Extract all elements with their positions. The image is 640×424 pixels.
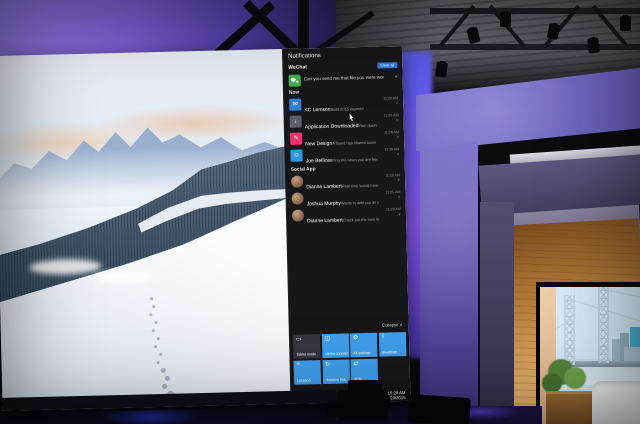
- section-social-app: Social App: [290, 167, 316, 173]
- chevron-up-icon: ∧: [399, 322, 403, 328]
- section-now: Now: [288, 90, 300, 96]
- outer-arch-pillar: [420, 140, 478, 424]
- keynote-stage-photo: Notifications WeChat Clear all Can you s…: [0, 0, 640, 424]
- stage-light: [500, 12, 511, 27]
- bridge-cable: [603, 289, 640, 300]
- notifications-title: Notifications: [288, 53, 321, 60]
- quick-action-location[interactable]: ⌖ Location: [293, 359, 322, 385]
- vpn-icon: ⇄: [353, 360, 359, 367]
- location-icon: ⌖: [296, 361, 301, 368]
- notification-subtitle: A friend has shared some designs with yo…: [332, 139, 377, 146]
- notification-subtitle: Your download is complete: [358, 122, 377, 129]
- wechat-icon: [288, 74, 301, 87]
- bridge-tower: [564, 295, 575, 365]
- chevron-down-icon[interactable]: ∨: [377, 151, 399, 157]
- bridge-tower: [598, 287, 609, 363]
- notification-title: Application Downloaded: [304, 123, 359, 130]
- wechat-message: Can you send me that file you were worki: [303, 74, 384, 82]
- collapse-button[interactable]: Collapse ∧: [382, 322, 403, 328]
- wechat-notification[interactable]: Can you send me that file you were worki…: [288, 72, 398, 87]
- wooden-planter: [546, 391, 592, 424]
- quick-action-label: Location: [296, 377, 311, 383]
- avatar: [291, 175, 304, 188]
- quick-action-label: Bluetooth: [381, 350, 398, 355]
- projection-screen: Notifications WeChat Clear all Can you s…: [0, 46, 411, 414]
- action-center-panel: Notifications WeChat Clear all Can you s…: [281, 46, 411, 394]
- wechat-group-header: WeChat Clear all: [288, 61, 398, 72]
- camera-silhouette: [348, 380, 382, 392]
- chevron-down-icon[interactable]: ∨: [376, 100, 398, 106]
- avatar: [291, 192, 304, 205]
- notification-title: New Design: [305, 140, 333, 147]
- quick-action-label: Media connect: [324, 351, 348, 357]
- social-notification-item[interactable]: Joshua MurphyWants to add you as a frien…: [291, 190, 401, 207]
- camera-rig: [407, 393, 471, 424]
- notification-subtitle: Wants to add you as a friend: [340, 199, 379, 206]
- notification-title: Joshua Murphy: [306, 200, 341, 207]
- chat-icon: ☺: [290, 149, 303, 162]
- secondary-display: [536, 282, 640, 424]
- quick-action-media-connect[interactable]: ◫ Media connect: [321, 333, 349, 359]
- chevron-down-icon[interactable]: ∨: [379, 194, 401, 200]
- media-connect-icon: ◫: [324, 335, 331, 343]
- chevron-down-icon[interactable]: ∨: [377, 134, 399, 140]
- notification-item[interactable]: ↓ Application DownloadedYour download is…: [289, 113, 399, 130]
- chevron-down-icon[interactable]: ∨: [379, 211, 401, 217]
- quick-action-bluetooth[interactable]: ᛒ Bluetooth: [378, 332, 406, 357]
- truss-beam: [430, 44, 640, 50]
- notification-subtitle: Real time social messaging is a great ad…: [341, 182, 379, 189]
- chat-bubble-icon: [290, 77, 296, 82]
- wallpaper-footprint-trail: [149, 297, 154, 301]
- notification-title: KC Lemson: [304, 106, 331, 113]
- rotation-lock-icon: ↻: [325, 361, 331, 368]
- notification-title: Dianne Lambert: [306, 183, 342, 190]
- camera-silhouette: [326, 400, 340, 418]
- avatar: [291, 209, 305, 222]
- chevron-down-icon[interactable]: ∨: [378, 177, 400, 183]
- stage-light: [620, 16, 631, 31]
- download-icon: ↓: [289, 115, 302, 128]
- gear-icon: ⚙: [352, 335, 359, 342]
- notification-title: Dianne Lambert: [307, 217, 343, 224]
- collapse-label: Collapse: [382, 322, 399, 328]
- plant: [542, 373, 562, 393]
- mail-icon: ✉: [289, 98, 302, 111]
- quick-action-empty-cell: [379, 358, 407, 383]
- design-icon: ✎: [289, 132, 303, 145]
- notification-item[interactable]: ✉ KC LemsonBuild 2015 keynote 11:26 AM ∨: [289, 96, 398, 113]
- quick-action-tablet-mode[interactable]: ▭ Tablet mode: [292, 334, 321, 359]
- close-icon[interactable]: ×: [395, 74, 398, 84]
- social-notification-item[interactable]: Dianne LambertCheck out the new items th…: [291, 207, 401, 224]
- quick-actions-grid: ▭ Tablet mode ◫ Media connect ⚙ All sett…: [292, 332, 408, 385]
- plant: [564, 367, 586, 389]
- social-notification-item[interactable]: Dianne LambertReal time social messaging…: [291, 173, 400, 190]
- chevron-down-icon[interactable]: ∨: [377, 117, 399, 123]
- quick-action-label: Rotation lock: [325, 376, 347, 382]
- inner-arch-pillar: [480, 202, 514, 424]
- wechat-app-name: WeChat: [288, 64, 307, 71]
- quick-action-all-settings[interactable]: ⚙ All settings: [349, 332, 378, 358]
- notification-title: Joe Belfiore: [305, 157, 333, 164]
- clear-all-button[interactable]: Clear all: [377, 61, 398, 69]
- camera-lens: [374, 396, 390, 410]
- notification-subtitle: Build 2015 keynote: [330, 105, 364, 112]
- white-table: [592, 381, 640, 424]
- quick-action-label: Tablet mode: [296, 352, 317, 357]
- notification-subtitle: Ping me when you are free: [331, 156, 378, 163]
- truss-beam: [430, 8, 640, 14]
- notification-item[interactable]: ☺ Joe BelfiorePing me when you are free …: [290, 147, 400, 164]
- bluetooth-icon: ᛒ: [381, 333, 386, 340]
- quick-action-label: All settings: [353, 350, 371, 356]
- tablet-mode-icon: ▭: [295, 336, 302, 343]
- notification-item[interactable]: ✎ New DesignA friend has shared some des…: [289, 130, 399, 147]
- stage-light: [435, 61, 448, 78]
- notification-subtitle: Check out the new items that just arrive…: [342, 216, 380, 223]
- quick-action-rotation-lock[interactable]: ↻ Rotation lock: [322, 358, 350, 384]
- stage-light: [587, 37, 600, 54]
